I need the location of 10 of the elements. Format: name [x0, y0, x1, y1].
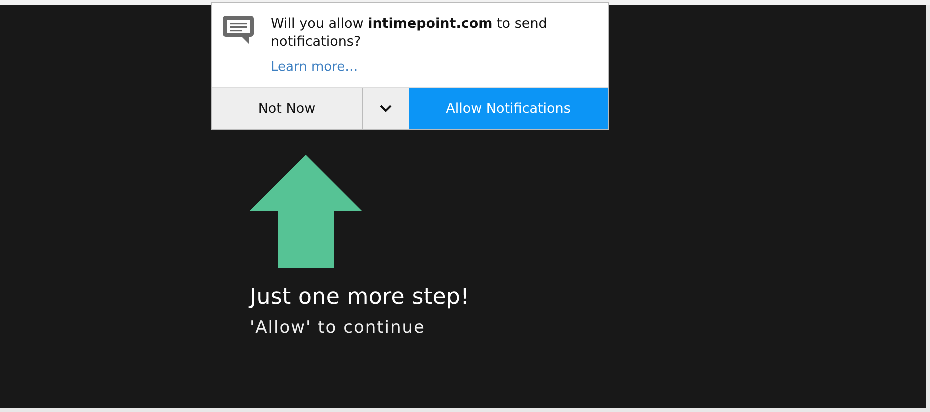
not-now-button[interactable]: Not Now: [212, 88, 363, 129]
chat-icon: [222, 15, 255, 45]
chevron-down-icon: [380, 104, 392, 112]
dropdown-button[interactable]: [363, 88, 409, 129]
learn-more-link[interactable]: Learn more…: [271, 60, 591, 75]
prompt-message: Will you allow intimepoint.com to send notifications?: [271, 15, 548, 51]
up-arrow-icon: [250, 155, 362, 268]
subheading: 'Allow' to continue: [250, 318, 427, 338]
allow-notifications-button[interactable]: Allow Notifications: [409, 88, 608, 129]
heading: Just one more step!: [250, 285, 471, 310]
